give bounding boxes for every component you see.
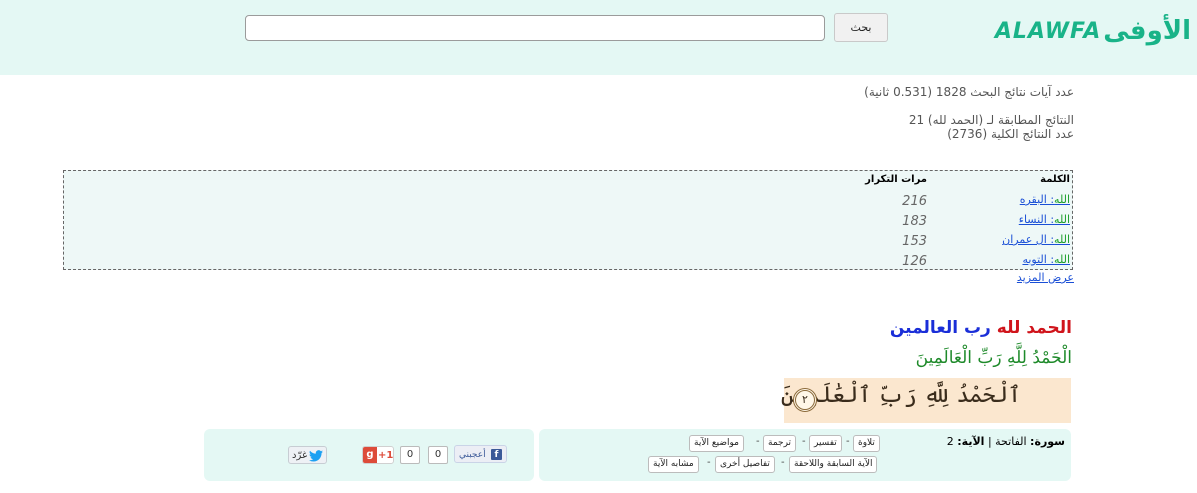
matching-results-text: النتائج المطابقة لـ (الحمد لله) 21 xyxy=(908,113,1074,127)
verse-info-panel: سورة: الفاتحة | الآية: 2 تلاوة - تفسير -… xyxy=(539,429,1071,481)
similar-verse-link[interactable]: مشابه الآية xyxy=(648,456,699,473)
sura-name: الفاتحة xyxy=(995,435,1027,448)
sura-name: : النساء xyxy=(1018,213,1055,226)
sura-link-baqarah[interactable]: الله: البقره xyxy=(1020,193,1070,206)
column-header-word: الكلمة xyxy=(1040,174,1070,185)
word-text: الله xyxy=(1054,253,1070,266)
search-button[interactable]: بحث xyxy=(834,13,888,42)
sura-name: : البقره xyxy=(1019,193,1055,206)
word-text: الله xyxy=(1054,213,1070,226)
tweet-button[interactable]: غرّد xyxy=(288,446,327,464)
gplus-label: +1 xyxy=(378,450,394,461)
show-more-link[interactable]: عرض المزيد xyxy=(1017,271,1074,284)
logo-arabic-text: الأوفى xyxy=(1103,16,1191,46)
sura-link-tawbah[interactable]: الله: التوبه xyxy=(1022,253,1070,266)
info-separator: | xyxy=(987,435,992,448)
verse-calligraphy-image: ٱلْحَمْدُ لِلَّهِ رَبِّ ٱلْعَٰلَمِينَ ٢ xyxy=(780,378,1071,423)
results-count-text: عدد آيات نتائج البحث 1828 (0.531 ثانية) xyxy=(864,85,1074,99)
table-row: الله: البقره 216 xyxy=(64,193,1072,213)
count-value: 126 xyxy=(902,254,927,269)
social-share-panel: غرّد g +1 0 0 f أعجبني xyxy=(204,429,534,481)
sura-link-al-imran[interactable]: الله: ال عمران xyxy=(1002,233,1070,246)
gplus-icon: g xyxy=(363,447,377,463)
facebook-like-button[interactable]: f أعجبني xyxy=(454,445,507,463)
facebook-like-label: أعجبني xyxy=(459,450,486,460)
link-separator: - xyxy=(756,436,760,447)
header-bar: ALAWFA الأوفى بحث xyxy=(0,0,1197,75)
sura-link-nisa[interactable]: الله: النساء xyxy=(1019,213,1070,226)
link-separator: - xyxy=(802,436,806,447)
sura-label: سورة: xyxy=(1030,435,1065,448)
fb-like-count: 0 xyxy=(428,446,448,464)
gplus-button[interactable]: g +1 xyxy=(362,446,394,464)
sura-name: : التوبه xyxy=(1022,253,1055,266)
facebook-icon: f xyxy=(491,449,502,460)
sura-name: : ال عمران xyxy=(1002,233,1055,246)
logo-latin-text: ALAWFA xyxy=(994,18,1102,44)
link-separator: - xyxy=(846,436,850,447)
table-row: الله: النساء 183 xyxy=(64,213,1072,233)
verse-title-rest: رب العالمين xyxy=(889,318,991,338)
ayah-number-marker: ٢ xyxy=(793,388,817,412)
table-row: الله: التوبه 126 xyxy=(64,253,1072,273)
recitation-link[interactable]: تلاوة xyxy=(853,435,880,452)
link-separator: - xyxy=(707,457,711,468)
verse-title: الحمد لله رب العالمين xyxy=(890,318,1072,338)
verse-diacritized-text: الْحَمْدُ لِلَّهِ رَبِّ الْعَالَمِينَ xyxy=(915,348,1072,368)
count-value: 153 xyxy=(902,234,927,249)
other-details-link[interactable]: تفاصيل أخرى xyxy=(715,456,775,473)
word-text: الله xyxy=(1054,233,1070,246)
table-row: الله: ال عمران 153 xyxy=(64,233,1072,253)
word-frequency-table: الكلمة مرات التكرار الله: البقره 216 الل… xyxy=(63,170,1073,270)
verse-title-highlight: الحمد لله xyxy=(996,318,1072,338)
verse-calligraphy-text: ٱلْحَمْدُ لِلَّهِ رَبِّ ٱلْعَٰلَمِينَ xyxy=(780,383,1021,408)
translation-link[interactable]: ترجمة xyxy=(763,435,797,452)
total-results-text: عدد النتائج الكلية (2736) xyxy=(947,127,1074,141)
ayah-label: الآية: xyxy=(957,435,985,448)
gplus-count: 0 xyxy=(400,446,420,464)
column-header-count: مرات التكرار xyxy=(865,174,927,185)
prev-next-verse-link[interactable]: الآية السابقة واللاحقة xyxy=(789,456,878,473)
word-text: الله xyxy=(1054,193,1070,206)
site-logo[interactable]: ALAWFA الأوفى xyxy=(995,14,1191,48)
tafsir-link[interactable]: تفسير xyxy=(809,435,842,452)
tweet-label: غرّد xyxy=(292,450,308,461)
count-value: 183 xyxy=(902,214,927,229)
ayah-number: 2 xyxy=(946,435,954,448)
search-input[interactable] xyxy=(245,15,825,41)
count-value: 216 xyxy=(902,194,927,209)
twitter-bird-icon xyxy=(309,450,323,462)
link-separator: - xyxy=(781,457,785,468)
verse-topics-link[interactable]: مواضيع الآية xyxy=(689,435,744,452)
sura-ayah-info: سورة: الفاتحة | الآية: 2 xyxy=(947,435,1065,448)
